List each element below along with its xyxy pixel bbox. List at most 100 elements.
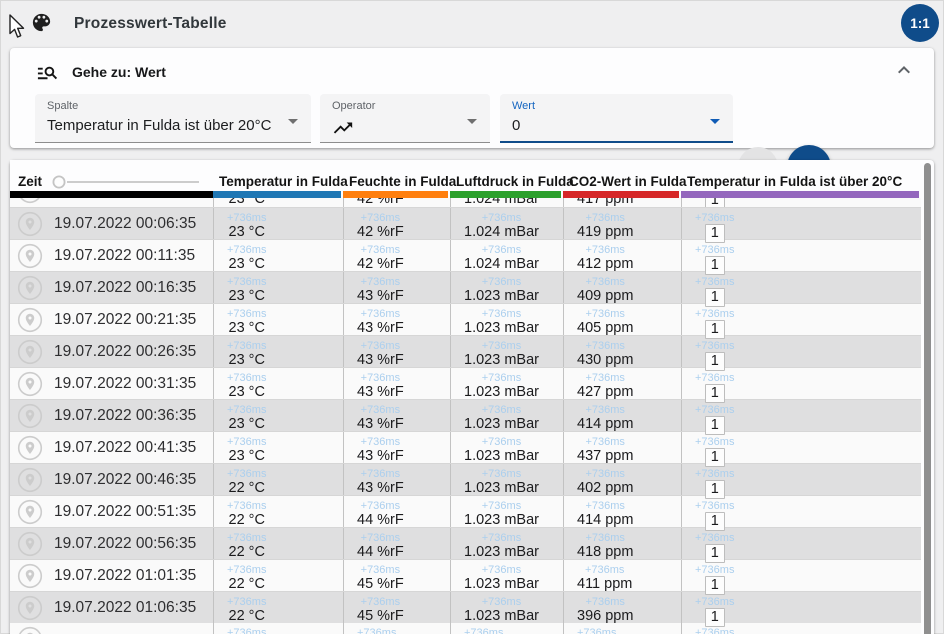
value-wrap: +736ms [464, 627, 503, 634]
collapse-panel-button[interactable] [890, 56, 918, 84]
location-pin-icon [17, 371, 43, 396]
timestamp: 19.07.2022 00:56:35 [54, 534, 197, 552]
value-cell: +736ms 43 %rF [343, 464, 450, 497]
cell-value: 23 °C [228, 288, 265, 304]
value-wrap: +736ms 44 %rF [357, 500, 404, 529]
offset-badge: +736ms [585, 276, 625, 288]
palette-icon[interactable] [30, 11, 53, 34]
table-row[interactable]: 19.07.2022 01:06:35 +736ms 22 °C +736ms 45 %… [10, 591, 921, 627]
scale-1-1-button[interactable]: 1:1 [901, 4, 939, 42]
time-cell: 19.07.2022 01:01:35 [10, 560, 213, 591]
offset-badge: +736ms [585, 596, 625, 608]
value-wrap: +736ms417 ppm [577, 198, 633, 207]
value-cell: +736ms 45 %rF [343, 592, 450, 624]
spalte-select[interactable]: Spalte Temperatur in Fulda ist über 20°C [35, 94, 311, 143]
offset-badge: +736ms [585, 308, 625, 320]
value-wrap: +736ms [227, 627, 266, 634]
offset-badge: +736ms [584, 564, 625, 576]
column-header[interactable]: Temperatur in Fulda [213, 160, 348, 198]
cell-value: 1.023 mBar [464, 448, 539, 464]
cell-value: 43 %rF [357, 288, 404, 304]
value-wrap: +736ms [357, 627, 396, 634]
location-pin-icon [17, 595, 43, 620]
table-row[interactable]: 19.07.2022 00:51:35 +736ms 22 °C +736ms 44 %… [10, 495, 921, 531]
dropdown-arrow-icon [467, 119, 477, 124]
table-row[interactable]: 19.07.2022 00:11:35 +736ms 23 °C +736ms 42 %… [10, 239, 921, 275]
value-wrap: +736ms1 [695, 436, 734, 467]
cell-value: 43 %rF [357, 320, 404, 336]
operator-select[interactable]: Operator [320, 94, 490, 143]
value-cell: +736ms 45 %rF [343, 560, 450, 592]
value-wrap: +736ms23 °C [227, 340, 266, 369]
value-cell: +736ms1 [681, 400, 921, 435]
value-wrap: +736ms1 [695, 244, 734, 275]
table-row[interactable]: 19.07.2022 00:41:35 +736ms 23 °C +736ms 43 %… [10, 431, 921, 467]
offset-badge: +736ms [481, 212, 522, 224]
value-cell: +736ms 1.023 mBar [450, 400, 563, 432]
cell-value: 414 ppm [577, 512, 634, 528]
value-wrap: +736ms 43 %rF [357, 436, 404, 465]
value-wrap: +736ms1.024 mBar [464, 212, 539, 241]
location-pin-icon [17, 243, 43, 268]
value-cell: +736ms 1.023 mBar [450, 272, 563, 304]
offset-badge: +736ms [360, 212, 401, 224]
column-header[interactable]: Feuchte in Fulda [343, 160, 456, 198]
value-wrap: +736ms 43 %rF [357, 468, 404, 497]
table-row[interactable]: 19.07.2022 00:46:35 +736ms 22 °C +736ms 43 %… [10, 463, 921, 499]
value-cell: +736ms 22 °C [213, 528, 343, 560]
value-wrap: +736ms23 °C [227, 276, 266, 305]
value-cell: +736ms 1.023 mBar [450, 496, 563, 528]
time-slider[interactable] [51, 174, 203, 190]
table-row[interactable]: 19.07.2022 00:21:35 +736ms 23 °C +736ms 43 %… [10, 303, 921, 339]
column-header-zeit[interactable]: Zeit [10, 160, 213, 198]
cell-value: 417 ppm [577, 198, 634, 207]
value-cell: +736ms1 [681, 560, 921, 595]
value-wrap: +736ms 414 ppm [577, 404, 633, 433]
cell-value: 43 %rF [357, 384, 404, 400]
value-wrap: +736ms 430 ppm [577, 340, 633, 369]
timestamp: 19.07.2022 00:31:35 [54, 374, 197, 392]
chevron-up-icon [898, 66, 910, 74]
cell-value: 43 %rF [357, 416, 404, 432]
table-row[interactable]: 19.07.2022 00:36:35 +736ms 23 °C +736ms 43 %… [10, 399, 921, 435]
cell-value: 1.023 mBar [464, 416, 539, 432]
value-cell: +736ms 427 ppm [563, 368, 681, 400]
column-header[interactable]: Luftdruck in Fulda [450, 160, 574, 198]
dropdown-arrow-icon [288, 119, 298, 124]
value-wrap: +736ms [695, 627, 734, 634]
offset-badge: +736ms [585, 212, 625, 224]
vertical-scrollbar[interactable] [923, 162, 932, 634]
table-row[interactable]: +736ms23 °C +736ms42 %rF +736ms1.024 mBar +… [10, 198, 921, 207]
scrollbar-thumb[interactable] [924, 163, 931, 634]
table-row[interactable]: 19.07.2022 00:06:35 +736ms 23 °C +736ms 42 %… [10, 207, 921, 243]
value-wrap: +736ms1 [695, 500, 734, 531]
time-cell: 19.07.2022 00:06:35 [10, 208, 213, 239]
wert-select[interactable]: Wert 0 [500, 94, 733, 143]
column-header[interactable]: Temperatur in Fulda ist über 20°C [681, 160, 921, 198]
timestamp: 19.07.2022 00:26:35 [54, 342, 197, 360]
value-cell: +736ms 43 %rF [343, 400, 450, 432]
timestamp: 19.07.2022 01:01:35 [54, 566, 197, 584]
table-row[interactable]: 19.07.2022 00:26:35 +736ms 23 °C +736ms 43 %… [10, 335, 921, 371]
table-row[interactable]: 19.07.2022 01:01:35 +736ms 22 °C +736ms 45 %… [10, 559, 921, 595]
value-cell: +736ms1 [681, 336, 921, 371]
timestamp: 19.07.2022 00:46:35 [54, 470, 197, 488]
value-cell: +736ms23 °C [213, 240, 343, 272]
cell-value: 1.023 mBar [464, 384, 539, 400]
value-wrap: +736ms 43 %rF [357, 308, 404, 337]
location-pin-icon [17, 467, 43, 492]
cell-value: 1.023 mBar [464, 544, 539, 560]
offset-badge: +736ms [481, 500, 522, 512]
process-value-table: Zeit Temperatur in Fulda Feuchte in Fulda L… [10, 160, 934, 634]
table-row[interactable]: 19.07.2022 00:31:35 +736ms 23 °C +736ms 43 %… [10, 367, 921, 403]
table-row[interactable]: 19.07.2022 00:16:35 +736ms 23 °C +736ms 43 %… [10, 271, 921, 307]
offset-badge: +736ms [360, 596, 401, 608]
value-cell: +736ms1 [681, 592, 921, 627]
value-cell: +736ms1.024 mBar [450, 240, 563, 272]
location-pin-icon [17, 499, 43, 524]
cell-value: 1 [704, 198, 725, 207]
table-row[interactable]: 19.07.2022 00:56:35 +736ms 22 °C +736ms 44 %… [10, 527, 921, 563]
table-row[interactable]: +736ms +736ms +736ms +736ms +736ms [10, 623, 921, 634]
column-header[interactable]: CO2-Wert in Fulda [563, 160, 687, 198]
page-title: Prozesswert-Tabelle [74, 15, 227, 32]
